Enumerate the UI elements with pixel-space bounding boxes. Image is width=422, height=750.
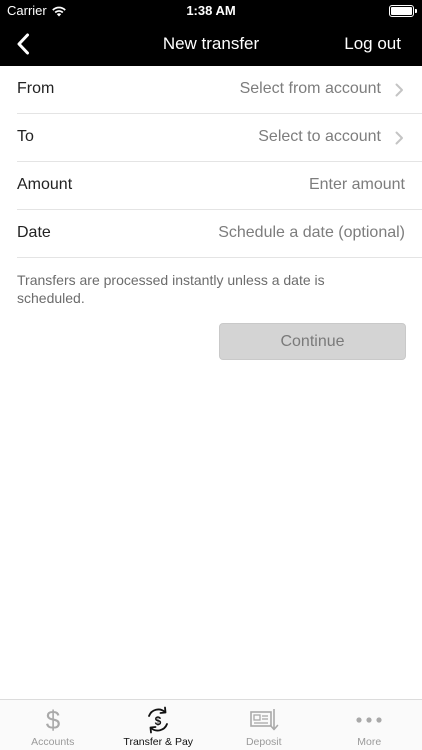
from-account-row[interactable]: From Select from account xyxy=(17,66,422,114)
chevron-right-icon xyxy=(395,131,403,145)
more-dots-icon xyxy=(356,717,382,723)
battery-icon xyxy=(389,5,417,17)
from-account-value: Select from account xyxy=(239,80,381,97)
tab-transfer-pay[interactable]: $ Transfer & Pay xyxy=(106,700,212,750)
amount-label: Amount xyxy=(17,176,73,193)
transfer-form: From Select from account To Select to ac… xyxy=(0,66,422,258)
tab-label: Transfer & Pay xyxy=(123,736,194,748)
tab-more[interactable]: More xyxy=(317,700,422,750)
amount-row[interactable]: Amount Enter amount xyxy=(17,162,422,210)
chevron-right-icon xyxy=(395,83,403,97)
to-label: To xyxy=(17,128,34,145)
clock: 1:38 AM xyxy=(186,3,236,18)
to-account-value: Select to account xyxy=(258,128,381,145)
tab-label: Accounts xyxy=(31,736,75,748)
date-input[interactable]: Schedule a date (optional) xyxy=(218,224,405,242)
logout-button[interactable]: Log out xyxy=(344,34,401,54)
tab-accounts[interactable]: $ Accounts xyxy=(0,700,106,750)
transfer-pay-icon: $ xyxy=(148,706,169,734)
tab-label: More xyxy=(357,736,382,748)
tab-bar: $ Accounts $ Transfer & Pay Deposit More xyxy=(0,699,422,750)
tab-deposit[interactable]: Deposit xyxy=(211,700,317,750)
svg-text:$: $ xyxy=(155,714,162,728)
to-account-row[interactable]: To Select to account xyxy=(17,114,422,162)
amount-input[interactable]: Enter amount xyxy=(309,176,405,194)
transfer-note: Transfers are processed instantly unless… xyxy=(17,272,325,306)
continue-button[interactable]: Continue xyxy=(219,323,406,360)
dollar-icon: $ xyxy=(46,706,61,734)
tab-label: Deposit xyxy=(245,736,282,748)
date-row[interactable]: Date Schedule a date (optional) xyxy=(17,210,422,258)
from-label: From xyxy=(17,80,55,97)
date-label: Date xyxy=(17,224,51,241)
svg-text:$: $ xyxy=(46,706,61,734)
status-bar: Carrier 1:38 AM xyxy=(0,0,422,22)
check-deposit-icon xyxy=(249,709,279,731)
navigation-bar: New transfer Log out xyxy=(0,22,422,66)
